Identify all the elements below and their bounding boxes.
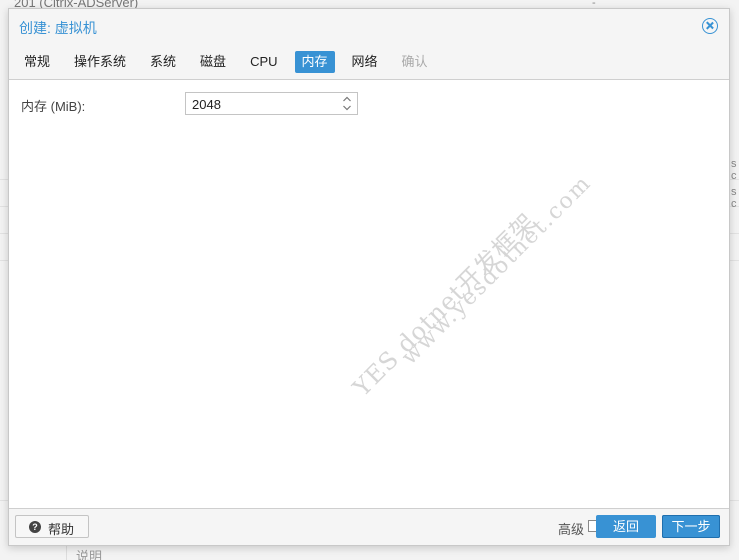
tab-cpu[interactable]: CPU (243, 51, 284, 73)
question-circle-icon: ? (29, 521, 41, 533)
background-fragment: s c (731, 158, 737, 182)
memory-label: 内存 (MiB): (21, 99, 86, 114)
background-fragment: s c (731, 186, 737, 210)
tab-memory[interactable]: 内存 (294, 51, 335, 73)
wizard-tabbar: 常规 操作系统 系统 磁盘 CPU 内存 网络 确认 (17, 50, 721, 74)
tab-system[interactable]: 系统 (143, 51, 183, 73)
help-button[interactable]: ? 帮助 (15, 515, 89, 538)
watermark-line-1: YES dotnet开发框架 (347, 207, 542, 402)
tab-general[interactable]: 常规 (17, 51, 57, 73)
tab-confirm: 确认 (401, 54, 428, 69)
watermark-line-2: www.yesdotnet.com (397, 170, 597, 371)
create-vm-dialog: 创建: 虚拟机 常规 操作系统 系统 磁盘 CPU 内存 网络 确认 内存 (M… (8, 8, 730, 546)
back-button[interactable]: 返回 (596, 515, 656, 538)
dialog-header: 创建: 虚拟机 (9, 9, 729, 45)
help-button-label: 帮助 (48, 522, 75, 537)
spinner-icon[interactable] (342, 95, 352, 112)
memory-input[interactable]: 2048 (185, 92, 358, 115)
tab-os[interactable]: 操作系统 (67, 51, 133, 73)
background-bottom-text: 说明 (76, 549, 103, 560)
tab-disk[interactable]: 磁盘 (193, 51, 233, 73)
memory-value: 2048 (192, 97, 221, 112)
tab-network[interactable]: 网络 (345, 51, 385, 73)
memory-panel: 内存 (MiB): 2048 YES dotnet开发框架 www.yesdot… (9, 79, 729, 509)
dialog-footer: ? 帮助 高级 返回 下一步 (9, 509, 729, 545)
page: 201 (Citrix-ADServer) - s c s c 说明 创建: 虚… (0, 0, 739, 560)
close-icon[interactable] (702, 18, 718, 34)
next-button[interactable]: 下一步 (662, 515, 720, 538)
advanced-label: 高级 (557, 522, 584, 537)
dialog-title: 创建: 虚拟机 (19, 20, 97, 36)
